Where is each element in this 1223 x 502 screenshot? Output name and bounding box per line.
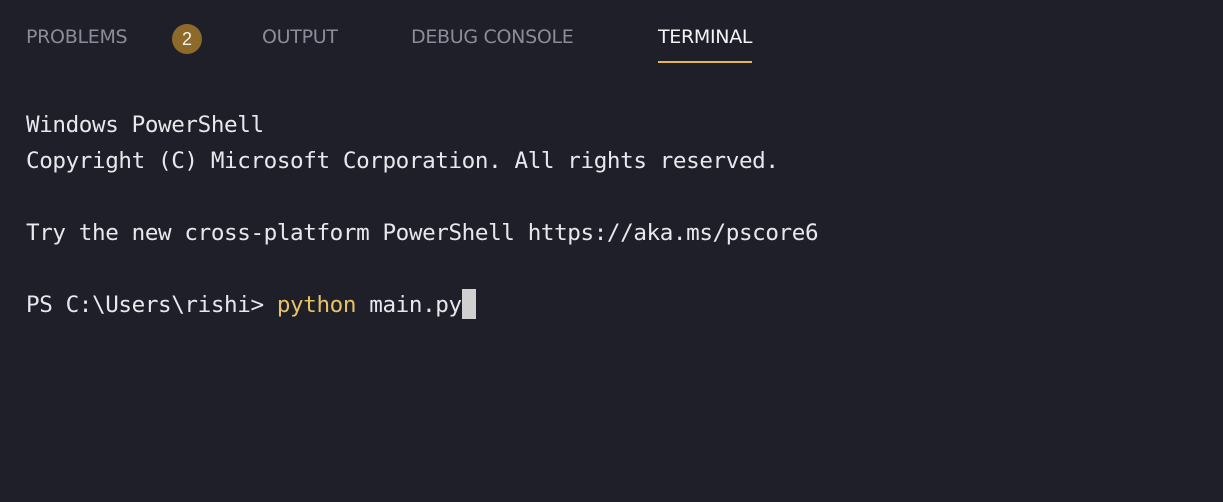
terminal-line-header: Windows PowerShell — [26, 112, 264, 138]
terminal-output[interactable]: Windows PowerShell Copyright (C) Microso… — [26, 108, 1197, 502]
tab-output[interactable]: OUTPUT — [262, 26, 338, 62]
tab-problems[interactable]: PROBLEMS — [26, 26, 128, 62]
terminal-cursor — [461, 289, 476, 319]
terminal-prompt-line[interactable]: PS C:\Users\rishi> python main.py — [26, 288, 476, 322]
problems-count-badge: 2 — [172, 24, 202, 54]
terminal-line-pscore-hint: Try the new cross-platform PowerShell ht… — [26, 220, 819, 246]
terminal-line-copyright: Copyright (C) Microsoft Corporation. All… — [26, 148, 779, 174]
terminal-panel: PROBLEMS 2 OUTPUT DEBUG CONSOLE TERMINAL… — [0, 0, 1223, 502]
terminal-prompt: PS C:\Users\rishi> — [26, 292, 277, 318]
terminal-command: python — [276, 292, 357, 318]
tab-debug-console[interactable]: DEBUG CONSOLE — [411, 26, 574, 62]
panel-tab-bar: PROBLEMS 2 OUTPUT DEBUG CONSOLE TERMINAL — [0, 0, 1223, 80]
terminal-command-args: main.py — [356, 292, 462, 318]
tab-terminal[interactable]: TERMINAL — [658, 26, 753, 63]
